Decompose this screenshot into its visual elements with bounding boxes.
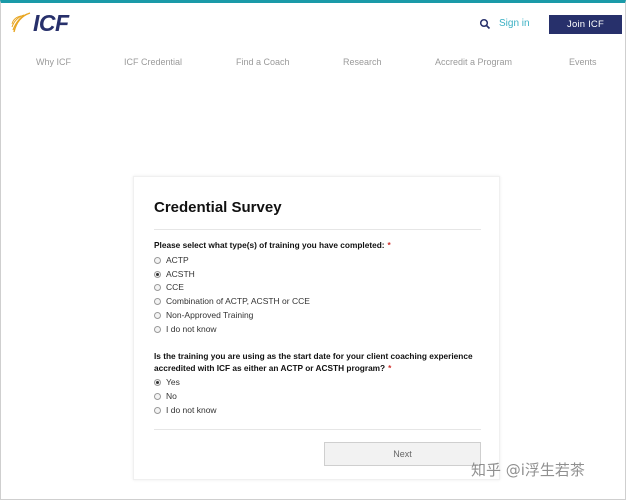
question-text-line2: accredited with ICF as either an ACTP or…	[154, 362, 386, 373]
main-nav: Why ICF ICF Credential Find a Coach Rese…	[0, 57, 626, 69]
question-training-type: Please select what type(s) of training y…	[154, 240, 489, 252]
watermark-text: 知乎 @i浮生若茶	[471, 461, 585, 479]
next-button[interactable]: Next	[324, 442, 481, 466]
nav-item-icf-credential[interactable]: ICF Credential	[124, 57, 182, 67]
radio-option-no[interactable]: No	[154, 390, 177, 402]
icf-logo[interactable]: ICF	[10, 10, 69, 36]
radio-label: I do not know	[166, 405, 217, 415]
radio-option-cce[interactable]: CCE	[154, 281, 184, 293]
radio-button[interactable]	[154, 283, 161, 291]
nav-item-accredit-a-program[interactable]: Accredit a Program	[435, 57, 512, 67]
radio-option-acsth[interactable]: ACSTH	[154, 268, 195, 280]
radio-label: Yes	[166, 377, 180, 387]
survey-title: Credential Survey	[154, 199, 282, 216]
required-marker: *	[387, 240, 391, 250]
radio-button[interactable]	[154, 325, 161, 333]
radio-option-combination[interactable]: Combination of ACTP, ACSTH or CCE	[154, 295, 310, 307]
radio-button[interactable]	[154, 392, 161, 400]
nav-item-events[interactable]: Events	[569, 57, 597, 67]
radio-label: No	[166, 391, 177, 401]
radio-option-yes[interactable]: Yes	[154, 376, 180, 388]
survey-card: Credential Survey Please select what typ…	[133, 176, 500, 480]
radio-button[interactable]	[154, 256, 161, 264]
question-accreditation: Is the training you are using as the sta…	[154, 351, 489, 374]
radio-option-actp[interactable]: ACTP	[154, 254, 189, 266]
radio-button[interactable]	[154, 297, 161, 305]
radio-button-selected[interactable]	[154, 378, 161, 386]
join-icf-button[interactable]: Join ICF	[549, 15, 622, 34]
radio-label: ACTP	[166, 255, 189, 265]
divider	[154, 229, 481, 230]
nav-item-find-a-coach[interactable]: Find a Coach	[236, 57, 290, 67]
divider	[154, 429, 481, 430]
logo-text: ICF	[33, 9, 69, 36]
question-text-line2-row: accredited with ICF as either an ACTP or…	[154, 363, 489, 375]
question-text-line1: Is the training you are using as the sta…	[154, 351, 473, 361]
radio-label: Non-Approved Training	[166, 310, 254, 320]
radio-button[interactable]	[154, 311, 161, 319]
radio-option-do-not-know-2[interactable]: I do not know	[154, 404, 217, 416]
nav-item-why-icf[interactable]: Why ICF	[36, 57, 71, 67]
radio-button[interactable]	[154, 406, 161, 414]
logo-swoosh-icon	[11, 12, 31, 33]
radio-label: I do not know	[166, 324, 217, 334]
required-marker: *	[388, 362, 392, 373]
radio-label: Combination of ACTP, ACSTH or CCE	[166, 296, 310, 306]
search-icon[interactable]	[479, 18, 491, 30]
question-text: Please select what type(s) of training y…	[154, 240, 385, 250]
sign-in-link[interactable]: Sign in	[499, 18, 530, 29]
radio-option-non-approved[interactable]: Non-Approved Training	[154, 309, 253, 321]
radio-button-selected[interactable]	[154, 270, 161, 278]
radio-option-do-not-know[interactable]: I do not know	[154, 323, 217, 335]
nav-item-research[interactable]: Research	[343, 57, 382, 67]
radio-label: CCE	[166, 282, 184, 292]
radio-label: ACSTH	[166, 269, 195, 279]
